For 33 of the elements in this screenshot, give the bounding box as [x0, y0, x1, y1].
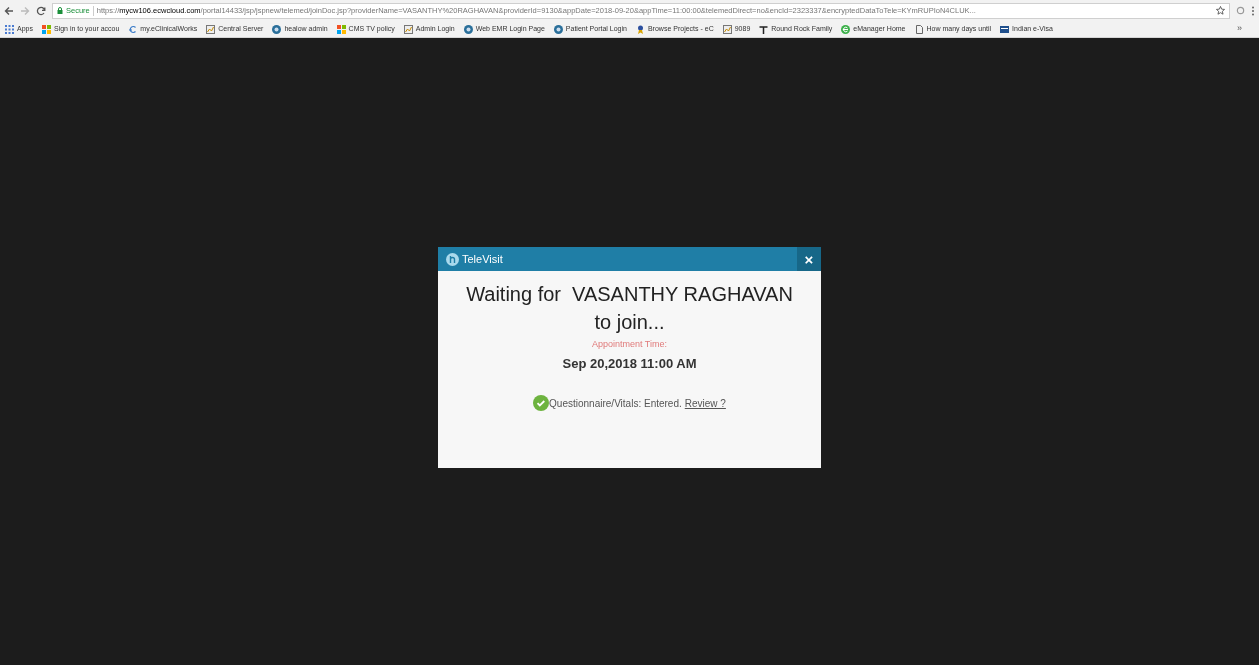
address-bar[interactable]: [52, 2, 1230, 19]
bookmark-icon: [722, 24, 732, 34]
review-link[interactable]: Review ?: [684, 395, 726, 411]
check-icon: [533, 395, 550, 411]
bookmark-icon: [336, 24, 346, 34]
bookmark-icon: [272, 24, 282, 34]
close-button[interactable]: ×: [797, 247, 821, 271]
extension-icon[interactable]: [1236, 6, 1245, 15]
heading: Waiting for VASANTHY RAGHAVAN: [466, 282, 793, 307]
appointment-label: Appointment Time:: [591, 338, 667, 351]
bookmark-icon: [635, 24, 645, 34]
bookmark-icon: [759, 24, 769, 34]
bookmark-icon: [553, 24, 563, 34]
bookmark-icon: [841, 24, 851, 34]
bookmark-icon: [1000, 24, 1010, 34]
bookmark-icon: [128, 24, 138, 34]
appointment-time: Sep 20,2018 11:00 AM: [562, 354, 697, 373]
lock-icon: [57, 7, 63, 14]
star-icon[interactable]: [1216, 6, 1225, 15]
heading: to join...: [594, 310, 665, 335]
bookmark-icon: [463, 24, 473, 34]
more-bookmarks-button[interactable]: »: [1237, 22, 1254, 36]
bookmark-icon: [5, 24, 14, 34]
bookmark-icon: [914, 24, 924, 34]
dialog-title: TeleVisit: [462, 251, 503, 267]
back-icon[interactable]: [4, 5, 14, 16]
bookmark-icon: [206, 24, 216, 34]
logo-icon: [446, 252, 459, 266]
reload-icon[interactable]: [36, 5, 46, 16]
status-text: Questionnaire/Vitals: Entered.: [549, 396, 682, 411]
bookmark-icon: [41, 24, 51, 34]
bookmark-icon: [403, 24, 413, 34]
menu-icon[interactable]: [1251, 5, 1255, 16]
